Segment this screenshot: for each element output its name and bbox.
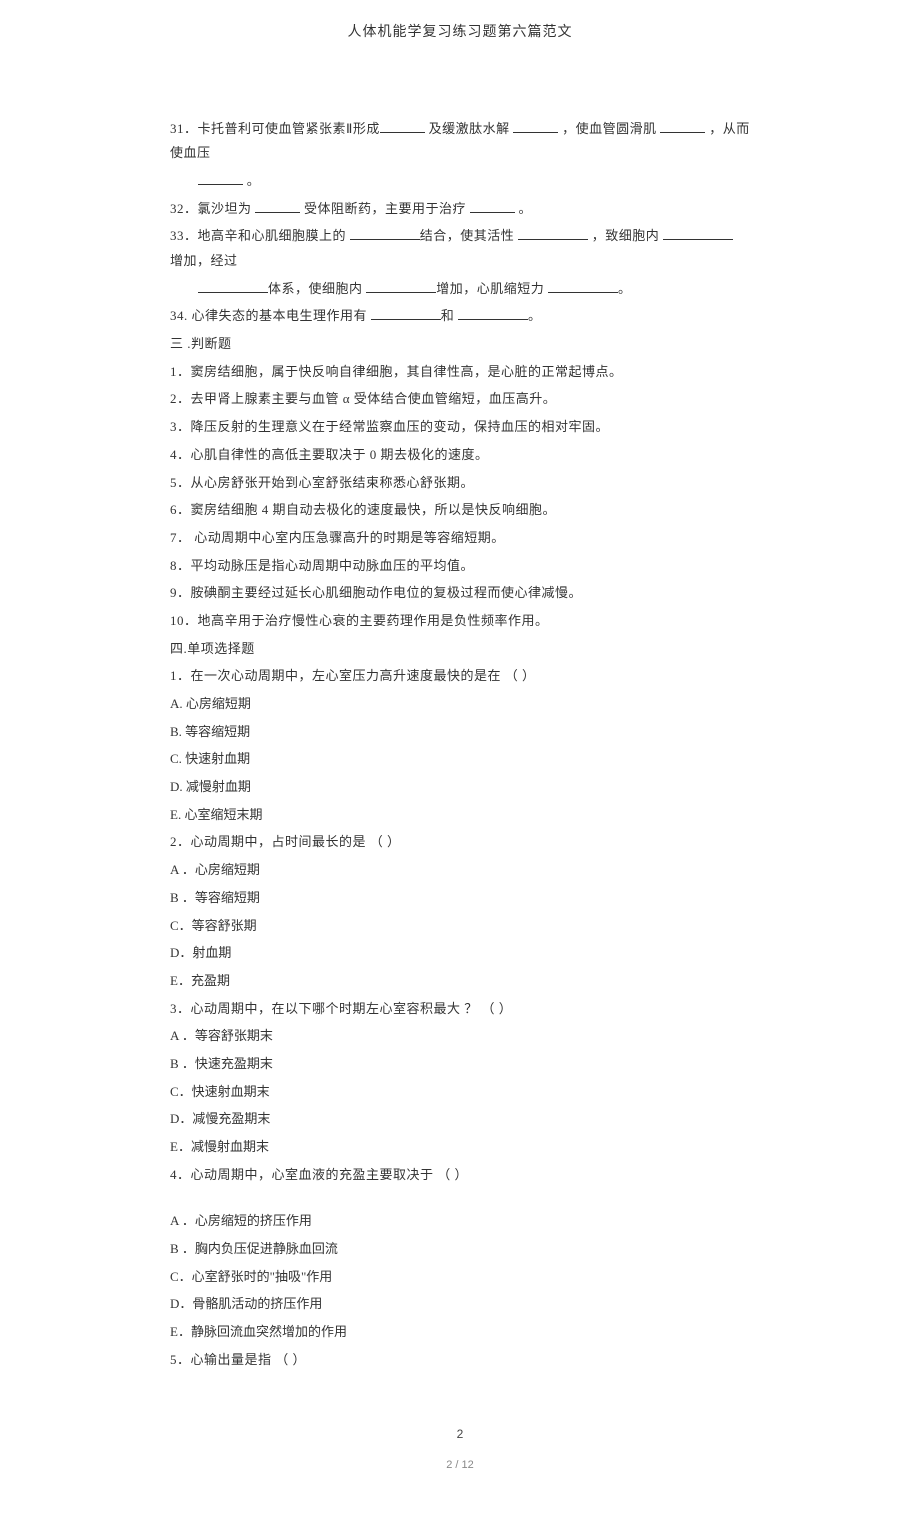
mcq-option: B ．快速充盈期末 — [170, 1052, 750, 1077]
mcq-question: 1．在一次心动周期中，左心室压力高升速度最快的是在 （ ） — [170, 664, 750, 689]
blank — [513, 119, 558, 133]
text: 33．地高辛和心肌细胞膜上的 — [170, 228, 350, 243]
judge-item: 8．平均动脉压是指心动周期中动脉血压的平均值。 — [170, 554, 750, 579]
blank — [371, 306, 441, 320]
mcq-list: 1．在一次心动周期中，左心室压力高升速度最快的是在 （ ） A. 心房缩短期 B. … — [170, 664, 750, 1372]
page-footer: 2 / 12 — [170, 1455, 750, 1476]
text: 增加，经过 — [170, 253, 238, 268]
text: 。 — [528, 308, 542, 323]
text: 。 — [618, 281, 632, 296]
blank — [198, 171, 243, 185]
text: 和 — [441, 308, 458, 323]
mcq-question: 5．心输出量是指 （ ） — [170, 1348, 750, 1373]
judge-item: 3．降压反射的生理意义在于经常监察血压的变动，保持血压的相对牢固。 — [170, 415, 750, 440]
text: 结合，使其活性 — [420, 228, 518, 243]
text: 体系，使细胞内 — [268, 281, 366, 296]
mcq-question: 2．心动周期中，占时间最长的是 （ ） — [170, 830, 750, 855]
judge-list: 1．窦房结细胞，属于快反响自律细胞，其自律性高，是心脏的正常起博点。2．去甲肾上… — [170, 360, 750, 634]
text: 34. 心律失态的基本电生理作用有 — [170, 308, 371, 323]
text: 。 — [515, 201, 532, 216]
judge-item: 4．心肌自律性的高低主要取决于 0 期去极化的速度。 — [170, 443, 750, 468]
text: 31．卡托普利可使血管紧张素Ⅱ形成 — [170, 121, 380, 136]
text: ，致细胞内 — [588, 228, 663, 243]
blank — [660, 119, 705, 133]
mcq-option: D．减慢充盈期末 — [170, 1107, 750, 1132]
judge-item: 6．窦房结细胞 4 期自动去极化的速度最快，所以是快反响细胞。 — [170, 498, 750, 523]
blank — [198, 279, 268, 293]
mcq-option: C．快速射血期末 — [170, 1080, 750, 1105]
mcq-option: A ．等容舒张期末 — [170, 1024, 750, 1049]
text: 增加，心肌缩短力 — [436, 281, 548, 296]
mcq-option: C．等容舒张期 — [170, 914, 750, 939]
blank — [663, 226, 733, 240]
mcq-option: D．射血期 — [170, 941, 750, 966]
mcq-option: C．心室舒张时的"抽吸"作用 — [170, 1265, 750, 1290]
blank — [470, 199, 515, 213]
document-page: 人体机能学复习练习题第六篇范文 31．卡托普利可使血管紧张素Ⅱ形成 及缓激肽水解… — [0, 0, 920, 1516]
fill-q32: 32．氯沙坦为 受体阻断药，主要用于治疗 。 — [170, 197, 750, 222]
mcq-option: D. 减慢射血期 — [170, 775, 750, 800]
text: 。 — [243, 173, 260, 188]
mcq-option: B. 等容缩短期 — [170, 720, 750, 745]
blank — [518, 226, 588, 240]
blank — [380, 119, 425, 133]
blank — [548, 279, 618, 293]
page-title: 人体机能学复习练习题第六篇范文 — [170, 20, 750, 47]
mcq-option: C. 快速射血期 — [170, 747, 750, 772]
mcq-option: E．充盈期 — [170, 969, 750, 994]
blank — [366, 279, 436, 293]
judge-item: 9．胺碘酮主要经过延长心肌细胞动作电位的复极过程而使心律减慢。 — [170, 581, 750, 606]
text: 受体阻断药，主要用于治疗 — [300, 201, 470, 216]
judge-item: 1．窦房结细胞，属于快反响自律细胞，其自律性高，是心脏的正常起博点。 — [170, 360, 750, 385]
blank — [458, 306, 528, 320]
page-number: 2 — [170, 1423, 750, 1446]
fill-q34: 34. 心律失态的基本电生理作用有 和 。 — [170, 304, 750, 329]
judge-item: 2．去甲肾上腺素主要与血管 α 受体结合使血管缩短，血压高升。 — [170, 387, 750, 412]
mcq-option: E．静脉回流血突然增加的作用 — [170, 1320, 750, 1345]
blank — [255, 199, 300, 213]
fill-q31-cont: 。 — [170, 169, 750, 194]
mcq-option: A ．心房缩短的挤压作用 — [170, 1209, 750, 1234]
fill-q33: 33．地高辛和心肌细胞膜上的 结合，使其活性 ，致细胞内 增加，经过 — [170, 224, 750, 273]
mcq-option: E. 心室缩短末期 — [170, 803, 750, 828]
section-4-title: 四.单项选择题 — [170, 637, 750, 662]
judge-item: 10．地高辛用于治疗慢性心衰的主要药理作用是负性频率作用。 — [170, 609, 750, 634]
mcq-option: B ．等容缩短期 — [170, 886, 750, 911]
mcq-option: A. 心房缩短期 — [170, 692, 750, 717]
fill-q33-cont: 体系，使细胞内 增加，心肌缩短力 。 — [170, 277, 750, 302]
section-3-title: 三 .判断题 — [170, 332, 750, 357]
mcq-option: E．减慢射血期末 — [170, 1135, 750, 1160]
judge-item: 7． 心动周期中心室内压急骤高升的时期是等容缩短期。 — [170, 526, 750, 551]
content-body: 31．卡托普利可使血管紧张素Ⅱ形成 及缓激肽水解 ，使血管圆滑肌 ，从而使血压 … — [170, 117, 750, 1373]
mcq-question: 4．心动周期中，心室血液的充盈主要取决于 （ ） — [170, 1163, 750, 1188]
text: 32．氯沙坦为 — [170, 201, 255, 216]
judge-item: 5．从心房舒张开始到心室舒张结束称悉心舒张期。 — [170, 471, 750, 496]
fill-q31: 31．卡托普利可使血管紧张素Ⅱ形成 及缓激肽水解 ，使血管圆滑肌 ，从而使血压 — [170, 117, 750, 166]
blank — [350, 226, 420, 240]
mcq-option: A ．心房缩短期 — [170, 858, 750, 883]
text: 及缓激肽水解 — [425, 121, 514, 136]
mcq-question: 3．心动周期中，在以下哪个时期左心室容积最大 ？ （ ） — [170, 997, 750, 1022]
mcq-option: D．骨骼肌活动的挤压作用 — [170, 1292, 750, 1317]
mcq-option: B ．胸内负压促进静脉血回流 — [170, 1237, 750, 1262]
text: ，使血管圆滑肌 — [558, 121, 660, 136]
